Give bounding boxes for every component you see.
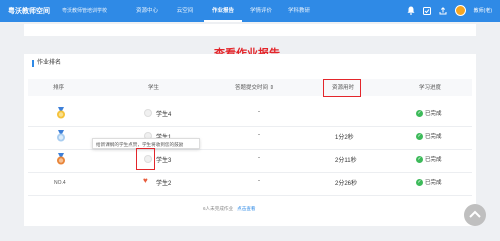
nav-item-learning-evaluation[interactable]: 学情评价 [242,0,280,22]
row-divider [28,126,472,127]
student-name: 学生3 [156,158,172,164]
footer-link[interactable]: 点击查看 [237,206,255,211]
sort-icon[interactable]: ⇕ [268,85,275,91]
share-icon[interactable] [439,6,447,15]
student-name: 学生2 [156,181,172,187]
bronze-medal-icon [57,153,65,165]
column-header-rank: 排序 [53,85,65,91]
like-icon[interactable] [144,109,152,117]
status-badge: ✓ 已完成 [416,178,442,186]
nav-item-subject-research[interactable]: 学科教研 [280,0,318,22]
main-nav: 资源中心 云空间 作业报告 学情评价 学科教研 [128,0,318,22]
column-header-progress: 学习进度 [419,85,442,91]
footer-note: 6人未完成作业 点击查看 [203,206,256,212]
duration: 2分11秒 [335,158,357,164]
column-header-student: 学生 [148,85,160,91]
highlight-box-like [136,148,155,170]
status-badge: ✓ 已完成 [416,132,442,140]
silver-medal-icon [57,130,65,142]
check-icon: ✓ [416,132,423,140]
footer-text: 6人未完成作业 [203,206,234,211]
submit-time: - [258,132,260,138]
section-title: 作业排名 [32,60,61,67]
row-divider [28,195,472,196]
content-top-strip [24,24,476,36]
status-badge: ✓ 已完成 [416,109,442,117]
checklist-icon[interactable] [422,6,431,15]
student-name: 学生4 [156,112,172,118]
row-divider [28,149,472,150]
submit-time: - [258,178,260,184]
submit-time: - [258,109,260,115]
submit-time: - [258,155,260,161]
school-name: 粤沃教师管培训学校 [62,8,108,14]
row-divider [28,172,472,173]
scroll-to-top-button[interactable] [464,204,486,226]
avatar[interactable] [454,5,466,16]
nav-item-cloud-space[interactable]: 云空间 [166,0,204,22]
check-icon: ✓ [416,155,423,163]
check-icon: ✓ [416,109,423,117]
status-badge: ✓ 已完成 [416,155,442,163]
duration: 1分2秒 [335,135,354,141]
nav-item-homework-report[interactable]: 作业报告 [204,0,242,22]
nav-item-resource-center[interactable]: 资源中心 [128,0,166,22]
column-header-submit-time[interactable]: 答题提交时间 ⇕ [235,83,274,91]
bell-icon[interactable] [407,6,415,15]
duration: 2分26秒 [335,181,358,187]
check-icon: ✓ [416,178,423,186]
highlight-box-duration [323,79,361,97]
gold-medal-icon [57,107,65,119]
chevron-up-icon [469,210,481,218]
heart-icon[interactable]: ♥ [143,177,148,185]
rank-label: NO.4 [54,180,66,186]
brand-logo-text[interactable]: 粤沃教师空间 [8,6,50,16]
top-navigation-bar: 粤沃教师空间 粤沃教师管培训学校 资源中心 云空间 作业报告 学情评价 学科教研… [0,0,500,22]
submit-time-label: 答题提交时间 [235,85,269,91]
user-name[interactable]: 教师(老) [474,7,492,14]
header-icons: 教师(老) [407,5,492,16]
